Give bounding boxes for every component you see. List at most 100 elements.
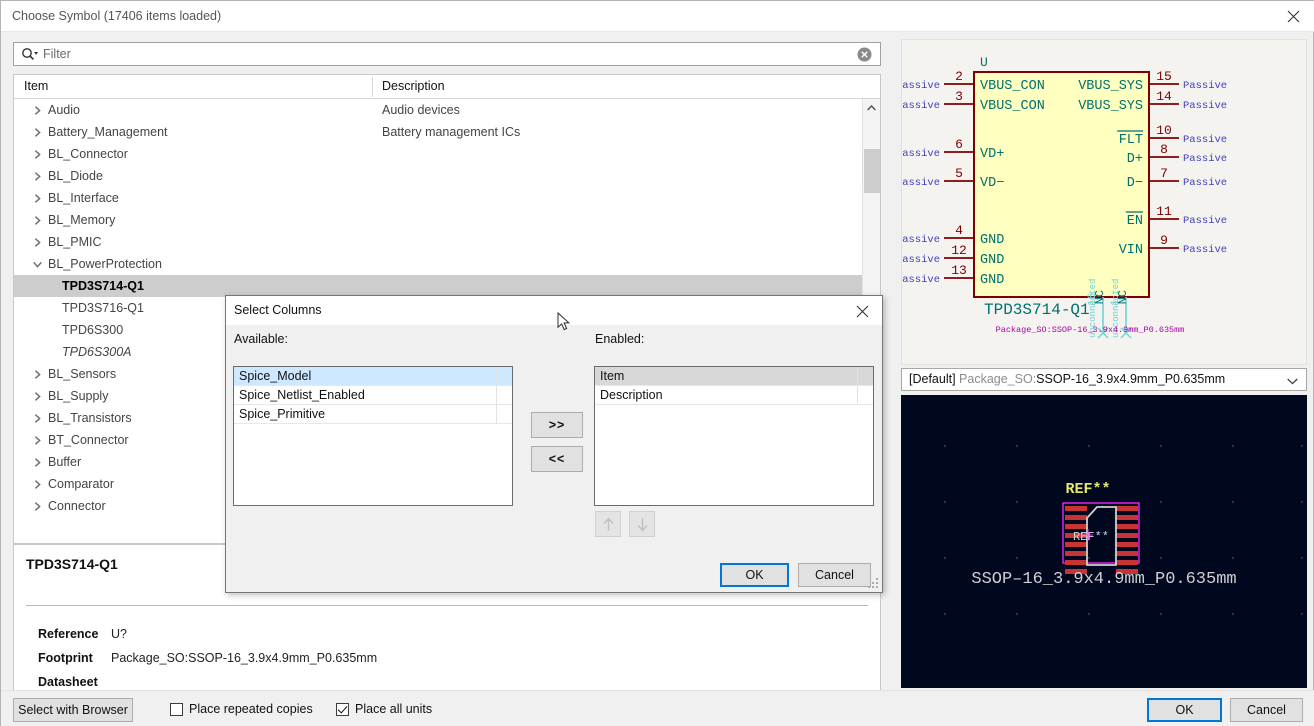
tree-row-label: Audio (48, 99, 80, 121)
resize-grip[interactable] (868, 578, 879, 589)
tree-row-label: BL_Connector (48, 143, 128, 165)
pin-type: Passive (1183, 100, 1227, 112)
place-all-units-checkbox[interactable]: Place all units (336, 702, 432, 716)
tree-row-bl_interface[interactable]: BL_Interface (14, 187, 880, 209)
available-columns-list[interactable]: Spice_ModelSpice_Netlist_EnabledSpice_Pr… (233, 366, 513, 506)
cancel-button[interactable]: Cancel (1230, 698, 1303, 722)
chevron-right-icon[interactable] (30, 473, 44, 495)
footprint-preview-canvas[interactable]: REF** REF** SSOP‒16_3.9x4.9mm_P0.635mm (901, 395, 1307, 688)
tree-row-label: BL_PowerProtection (48, 253, 162, 275)
svg-text:U: U (980, 55, 988, 70)
move-right-button[interactable]: >> (531, 412, 583, 438)
available-item-spice_model[interactable]: Spice_Model (234, 367, 512, 386)
pin-number: 7 (1160, 166, 1168, 181)
tree-row-audio[interactable]: AudioAudio devices (14, 99, 880, 121)
available-label: Available: (234, 332, 288, 346)
pin-number: 10 (1156, 123, 1172, 138)
tree-header-divider (372, 77, 373, 97)
pin-name: EN (1127, 214, 1143, 229)
pin-type: Passive (902, 234, 940, 246)
tree-row-label: BL_Diode (48, 165, 103, 187)
pin-number: 4 (955, 223, 963, 238)
tree-row-bl_diode[interactable]: BL_Diode (14, 165, 880, 187)
symbol-preview-canvas[interactable]: U 2PassiveVBUS_CON3PassiveVBUS_CON6Passi… (901, 39, 1307, 365)
tree-row-tpd3s714-q1[interactable]: TPD3S714-Q1 (14, 275, 880, 297)
tree-row-label: Comparator (48, 473, 114, 495)
chevron-right-icon[interactable] (30, 187, 44, 209)
pin-type: Passive (1183, 215, 1227, 227)
chevron-right-icon[interactable] (30, 451, 44, 473)
chevron-down-icon[interactable] (1287, 374, 1298, 388)
chevron-right-icon[interactable] (30, 121, 44, 143)
chevron-right-icon[interactable] (30, 407, 44, 429)
pin-type: Passive (902, 100, 940, 112)
chevron-right-icon[interactable] (30, 385, 44, 407)
available-item-spice_netlist_enabled[interactable]: Spice_Netlist_Enabled (234, 386, 512, 405)
pin-name: D+ (1127, 152, 1143, 167)
search-input[interactable] (43, 44, 851, 64)
tree-column-description[interactable]: Description (382, 79, 445, 93)
scrollbar-thumb[interactable] (864, 149, 880, 193)
clear-circle-icon[interactable] (851, 43, 877, 65)
chevron-down-icon[interactable] (30, 253, 44, 275)
pin-number: 11 (1156, 204, 1172, 219)
tree-row-bl_connector[interactable]: BL_Connector (14, 143, 880, 165)
close-icon[interactable] (1271, 1, 1314, 32)
enabled-item-item[interactable]: Item (595, 367, 873, 386)
modal-cancel-button[interactable]: Cancel (798, 563, 871, 587)
tree-row-bl_memory[interactable]: BL_Memory (14, 209, 880, 231)
pin-type: Passive (902, 274, 940, 286)
arrow-up-icon[interactable] (595, 511, 621, 537)
tree-row-label: TPD3S714-Q1 (62, 275, 144, 297)
tree-column-item[interactable]: Item (24, 79, 48, 93)
column-separator (496, 367, 497, 386)
pin-type: Passive (1183, 80, 1227, 92)
chevron-right-icon[interactable] (30, 429, 44, 451)
pin-name: GND (980, 253, 1004, 268)
tree-row-label: TPD6S300A (62, 341, 131, 363)
pin-name: VD+ (980, 147, 1004, 162)
close-icon[interactable] (842, 296, 882, 326)
tree-row-bl_powerprotection[interactable]: BL_PowerProtection (14, 253, 880, 275)
modal-ok-button[interactable]: OK (720, 563, 789, 587)
footprint-select[interactable]: [Default] Package_SO:SSOP-16_3.9x4.9mm_P… (901, 368, 1307, 391)
chevron-right-icon[interactable] (30, 143, 44, 165)
place-repeated-copies-label: Place repeated copies (189, 702, 313, 716)
available-item-spice_primitive[interactable]: Spice_Primitive (234, 405, 512, 424)
chevron-right-icon[interactable] (30, 363, 44, 385)
checkbox-box[interactable] (170, 703, 183, 716)
tree-row-battery_management[interactable]: Battery_ManagementBattery management ICs (14, 121, 880, 143)
move-left-button[interactable]: << (531, 446, 583, 472)
modal-title: Select Columns (234, 303, 322, 317)
tree-row-label: TPD3S716-Q1 (62, 297, 144, 319)
tree-row-bl_pmic[interactable]: BL_PMIC (14, 231, 880, 253)
search-icon[interactable] (17, 43, 43, 65)
pin-number: 3 (955, 89, 963, 104)
scroll-up-icon[interactable] (863, 99, 880, 116)
tree-row-label: BT_Connector (48, 429, 129, 451)
pin-number: 14 (1156, 89, 1172, 104)
enabled-label: Enabled: (595, 332, 644, 346)
pin-number: 2 (955, 69, 963, 84)
arrow-down-icon[interactable] (629, 511, 655, 537)
chevron-right-icon[interactable] (30, 231, 44, 253)
select-with-browser-button[interactable]: Select with Browser (13, 698, 133, 722)
chevron-right-icon[interactable] (30, 209, 44, 231)
tree-row-label: Battery_Management (48, 121, 168, 143)
pin-name: FLT (1119, 133, 1143, 148)
column-separator (496, 405, 497, 424)
tree-header: Item Description (14, 75, 880, 99)
place-repeated-copies-checkbox[interactable]: Place repeated copies (170, 702, 313, 716)
pin-number: 5 (955, 166, 963, 181)
checkbox-box[interactable] (336, 703, 349, 716)
pin-number: 6 (955, 137, 963, 152)
enabled-item-description[interactable]: Description (595, 386, 873, 405)
svg-text:REF**: REF** (1073, 530, 1109, 544)
mouse-cursor (557, 312, 571, 335)
chevron-right-icon[interactable] (30, 495, 44, 517)
ok-button[interactable]: OK (1147, 698, 1222, 722)
chevron-right-icon[interactable] (30, 99, 44, 121)
tree-row-label: Buffer (48, 451, 81, 473)
enabled-columns-list[interactable]: ItemDescription (594, 366, 874, 506)
chevron-right-icon[interactable] (30, 165, 44, 187)
